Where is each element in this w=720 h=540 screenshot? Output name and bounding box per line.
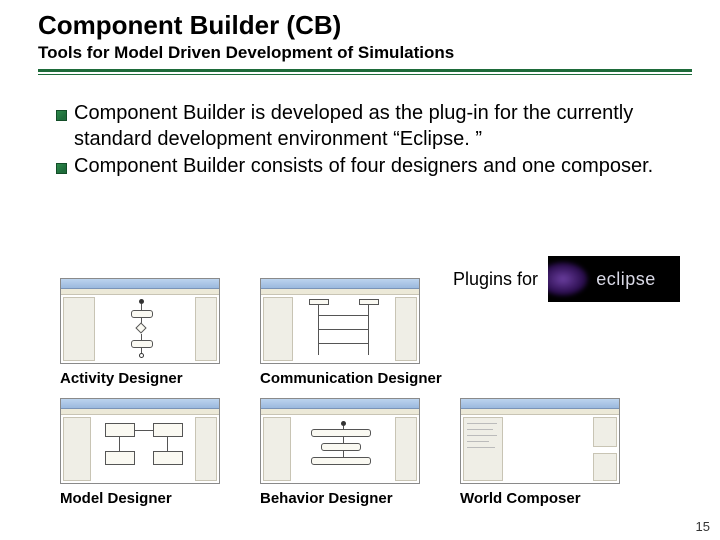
bullet-item: Component Builder consists of four desig… — [56, 154, 692, 180]
thumb-behavior — [260, 398, 420, 484]
caption-world: World Composer — [460, 490, 620, 507]
thumb-world — [460, 398, 620, 484]
screenshot-grid: Activity Designer Communication Design — [60, 278, 680, 510]
cell-model: Model Designer — [60, 398, 220, 507]
thumb-model — [60, 398, 220, 484]
caption-communication: Communication Designer — [260, 370, 442, 387]
eclipse-text: eclipse — [596, 269, 656, 290]
caption-activity: Activity Designer — [60, 370, 220, 387]
caption-behavior: Behavior Designer — [260, 490, 420, 507]
bullet-item: Component Builder is developed as the pl… — [56, 101, 692, 152]
slide-title: Component Builder (CB) — [38, 10, 692, 41]
cell-communication: Communication Designer — [260, 278, 442, 387]
title-rule — [38, 69, 692, 75]
thumb-communication — [260, 278, 420, 364]
slide: Component Builder (CB) Tools for Model D… — [0, 0, 720, 540]
cell-activity: Activity Designer — [60, 278, 220, 387]
bullet-list: Component Builder is developed as the pl… — [38, 101, 692, 180]
caption-model: Model Designer — [60, 490, 220, 507]
cell-world: World Composer — [460, 398, 620, 507]
slide-subtitle: Tools for Model Driven Development of Si… — [38, 43, 692, 63]
thumb-activity — [60, 278, 220, 364]
page-number: 15 — [696, 519, 710, 534]
cell-behavior: Behavior Designer — [260, 398, 420, 507]
